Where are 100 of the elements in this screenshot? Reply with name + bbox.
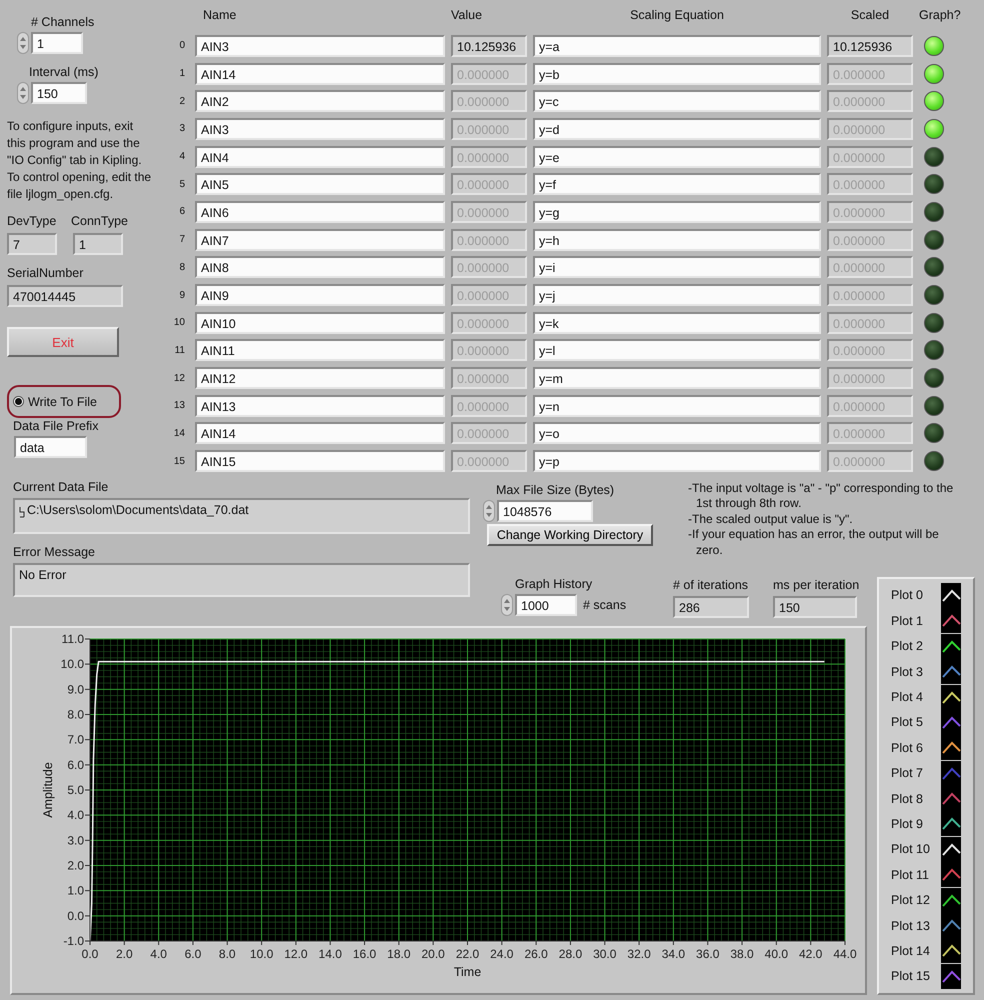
conntype-field: 1 <box>73 233 123 255</box>
tick-label: 10.0 <box>60 656 84 671</box>
field-label: Error Message <box>13 544 96 560</box>
field-label: ConnType <box>71 213 128 229</box>
tick-label: 16.0 <box>352 946 376 961</box>
tick-label: 42.0 <box>799 946 822 961</box>
field-label: Current Data File <box>13 478 110 495</box>
tick-label: 36.0 <box>696 946 720 961</box>
legend-label: Plot 0 <box>890 588 924 602</box>
tick-label: 20.0 <box>422 946 445 961</box>
tick-label: 7.0 <box>67 732 84 746</box>
serial-number-field: 470014445 <box>7 285 123 307</box>
tick-label: 4.0 <box>67 808 84 822</box>
row-index: 9 <box>178 290 186 301</box>
tick-label: 18.0 <box>387 946 411 961</box>
legend-label: Plot 2 <box>890 639 924 654</box>
column-header: Value <box>451 7 484 24</box>
tick-label: 32.0 <box>627 946 651 961</box>
up-down-arrows-icon <box>503 596 511 613</box>
field-label: Max File Size (Bytes) <box>495 482 616 498</box>
field-label: DevType <box>7 213 57 229</box>
legend-label: Plot 3 <box>890 664 924 679</box>
tick-label: 28.0 <box>558 946 582 961</box>
tick-label: 4.0 <box>150 946 167 961</box>
up-down-arrows-icon <box>19 85 27 101</box>
column-header: Scaling Equation <box>629 7 725 24</box>
row-index: 10 <box>172 317 186 328</box>
tick-label: 2.0 <box>67 858 84 872</box>
iterations-field: 286 <box>673 596 749 618</box>
legend-label: Plot 13 <box>890 918 931 933</box>
max-file-size-field[interactable]: 1048576 <box>497 500 593 522</box>
tick-label: 9.0 <box>67 682 84 696</box>
tick-label: 44.0 <box>833 946 857 961</box>
legend-label: Plot 8 <box>890 792 924 806</box>
tick-label: 3.0 <box>67 833 84 848</box>
interval-field[interactable]: 150 <box>31 82 87 104</box>
tick-label: 24.0 <box>490 946 514 961</box>
tick-label: -1.0 <box>63 934 84 948</box>
legend-label: Plot 14 <box>890 944 931 958</box>
tick-label: 0.0 <box>82 946 98 961</box>
legend-label: Plot 15 <box>890 969 931 984</box>
row-index: 7 <box>178 234 186 246</box>
spinner-button[interactable] <box>17 32 29 54</box>
graph-led[interactable] <box>924 36 944 56</box>
tick-label: 5.0 <box>67 782 84 797</box>
value-field: 10.125936 <box>451 34 527 57</box>
column-header: Scaled <box>850 7 890 24</box>
change-directory-button[interactable]: Change Working Directory <box>487 524 653 546</box>
tick-label: 8.0 <box>67 707 84 722</box>
field-label: Interval (ms) <box>28 64 100 80</box>
spinner-button[interactable] <box>483 500 495 522</box>
axis-title: Amplitude <box>41 762 55 818</box>
tick-label: 34.0 <box>662 946 686 961</box>
field-label: SerialNumber <box>7 265 84 281</box>
tick-label: 2.0 <box>116 946 133 961</box>
row-index: 6 <box>178 206 186 218</box>
legend-label: Plot 6 <box>890 740 924 755</box>
row-index: 12 <box>172 372 186 384</box>
legend-label: Plot 11 <box>890 868 930 882</box>
tick-label: 14.0 <box>318 946 342 961</box>
legend-label: Plot 10 <box>890 842 931 856</box>
channel-name-field[interactable]: AIN3 <box>195 34 445 57</box>
tick-label: 38.0 <box>730 946 754 961</box>
tick-label: 8.0 <box>218 946 236 961</box>
legend-label: Plot 12 <box>890 893 931 908</box>
error-message-field: No Error <box>13 562 470 597</box>
row-index: 5 <box>178 178 186 190</box>
field-label: Data File Prefix <box>12 418 100 434</box>
legend-label: Plot 7 <box>890 766 924 780</box>
axis-title: Time <box>454 964 482 979</box>
row-index: 15 <box>172 456 186 467</box>
legend-label: Plot 4 <box>890 690 924 704</box>
row-index: 0 <box>178 40 186 52</box>
graph-history-field[interactable]: 1000 <box>515 594 577 616</box>
column-header: Name <box>202 7 238 24</box>
field-label: # Channels <box>30 14 96 30</box>
row-index: 8 <box>178 262 186 273</box>
row-index: 1 <box>178 68 186 80</box>
legend-label: Plot 1 <box>890 614 924 628</box>
instructions-text: To configure inputs, exit this program and use the "IO Config" tab in Kipling. To control opening, edit the file ljlogm_open.cfg. <box>7 118 152 203</box>
spinner-button[interactable] <box>17 82 29 104</box>
tick-label: 26.0 <box>524 946 548 961</box>
legend-label: Plot 9 <box>890 816 924 831</box>
write-to-file-radio[interactable]: Write To File <box>7 385 121 418</box>
scaled-field: 10.125936 <box>827 34 913 57</box>
note-text: -The input voltage is "a" - "p" corresponding to the 1st through 8th row. <box>688 480 954 512</box>
channels-field[interactable]: 1 <box>31 32 83 54</box>
equation-field[interactable]: y=a <box>533 34 821 57</box>
ms-per-iteration-field: 150 <box>773 596 857 618</box>
tick-label: 22.0 <box>456 946 480 961</box>
row-index: 4 <box>178 151 186 162</box>
field-label: ms per iteration <box>773 576 860 593</box>
spinner-button[interactable] <box>501 594 513 616</box>
tick-label: 1.0 <box>67 883 84 898</box>
note-text: -If your equation has an error, the output will be zero. <box>688 527 940 558</box>
legend-label: Plot 5 <box>890 715 924 730</box>
row-index: 2 <box>178 96 186 107</box>
prefix-field[interactable]: data <box>14 436 87 458</box>
up-down-arrows-icon <box>19 35 27 51</box>
devtype-field: 7 <box>7 233 57 255</box>
